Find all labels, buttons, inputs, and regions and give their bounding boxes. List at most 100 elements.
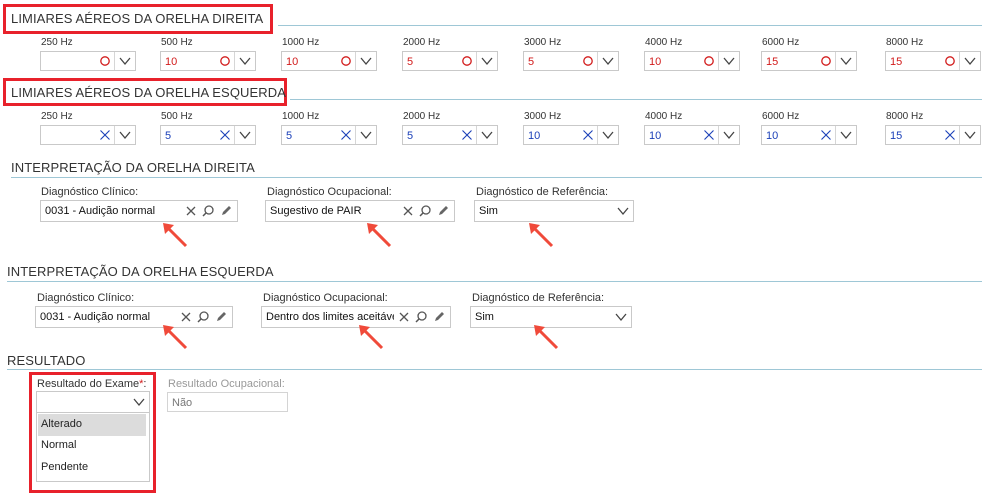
chevron-down-icon[interactable] (721, 53, 737, 69)
right-ear-threshold-field[interactable]: 15 (885, 51, 981, 71)
x-mark-icon (217, 127, 233, 143)
frequency-label: 6000 Hz (762, 111, 800, 122)
section-divider (290, 99, 982, 100)
x-mark-icon (942, 127, 958, 143)
dropdown-option-pendente[interactable]: Pendente (38, 457, 146, 479)
edit-icon[interactable] (435, 203, 451, 219)
threshold-value: 15 (766, 56, 779, 68)
section-title-right-ear-thresholds: LIMIARES AÉREOS DA ORELHA DIREITA (11, 11, 264, 26)
field-separator (355, 52, 356, 70)
exam-result-select[interactable] (36, 391, 150, 413)
right-ear-threshold-field[interactable] (40, 51, 136, 71)
edit-icon[interactable] (218, 203, 234, 219)
x-mark-icon (580, 127, 596, 143)
reference-diagnosis-label: Diagnóstico de Referência: (472, 292, 605, 304)
right-ear-threshold-field[interactable]: 5 (402, 51, 498, 71)
frequency-label: 2000 Hz (403, 111, 441, 122)
occupational-diagnosis-label: Diagnóstico Ocupacional: (263, 292, 388, 304)
clear-icon[interactable] (183, 203, 199, 219)
threshold-value: 5 (286, 130, 293, 142)
left-ear-threshold-field[interactable]: 10 (761, 125, 857, 145)
clear-icon[interactable] (396, 309, 412, 325)
x-mark-icon (818, 127, 834, 143)
clear-icon[interactable] (400, 203, 416, 219)
right-ear-threshold-field[interactable]: 10 (281, 51, 377, 71)
left-ear-threshold-field[interactable]: 5 (160, 125, 256, 145)
threshold-value: 5 (528, 56, 535, 68)
circle-icon (97, 53, 113, 69)
right-ear-threshold-field[interactable]: 15 (761, 51, 857, 71)
section-divider (278, 25, 982, 26)
threshold-value: 15 (890, 130, 903, 142)
x-mark-icon (459, 127, 475, 143)
edit-icon[interactable] (213, 309, 229, 325)
field-separator (234, 126, 235, 144)
field-separator (597, 52, 598, 70)
right-ear-threshold-field[interactable]: 10 (160, 51, 256, 71)
reference-diagnosis-right-select[interactable]: Sim (474, 200, 634, 222)
left-ear-threshold-field[interactable]: 10 (523, 125, 619, 145)
chevron-down-icon[interactable] (131, 394, 147, 410)
search-icon[interactable] (195, 309, 211, 325)
section-title-result: RESULTADO (7, 353, 86, 368)
chevron-down-icon[interactable] (962, 53, 978, 69)
chevron-down-icon[interactable] (721, 127, 737, 143)
dropdown-option-alterado[interactable]: Alterado (38, 414, 146, 436)
search-icon[interactable] (200, 203, 216, 219)
search-icon[interactable] (413, 309, 429, 325)
chevron-down-icon[interactable] (600, 53, 616, 69)
chevron-down-icon[interactable] (358, 127, 374, 143)
section-divider (7, 281, 982, 282)
occupational-diagnosis-label: Diagnóstico Ocupacional: (267, 186, 392, 198)
annotation-arrow (163, 325, 188, 350)
frequency-label: 1000 Hz (282, 37, 320, 48)
right-ear-threshold-field[interactable]: 10 (644, 51, 740, 71)
occupational-diagnosis-right-field[interactable]: Sugestivo de PAIR (265, 200, 455, 222)
clinical-diagnosis-label: Diagnóstico Clínico: (41, 186, 139, 198)
circle-icon (818, 53, 834, 69)
frequency-label: 250 Hz (41, 37, 73, 48)
chevron-down-icon[interactable] (600, 127, 616, 143)
frequency-label: 3000 Hz (524, 37, 562, 48)
chevron-down-icon[interactable] (117, 53, 133, 69)
dropdown-option-normal[interactable]: Normal (38, 435, 146, 457)
clinical-diagnosis-left-value: 0031 - Audição normal (40, 311, 151, 323)
frequency-label: 500 Hz (161, 37, 193, 48)
annotation-arrow (367, 223, 392, 248)
chevron-down-icon[interactable] (237, 53, 253, 69)
chevron-down-icon[interactable] (962, 127, 978, 143)
chevron-down-icon[interactable] (838, 127, 854, 143)
frequency-label: 1000 Hz (282, 111, 320, 122)
edit-icon[interactable] (431, 309, 447, 325)
exam-result-label: Resultado do Exame*: (37, 378, 147, 390)
field-separator (476, 52, 477, 70)
chevron-down-icon[interactable] (479, 127, 495, 143)
chevron-down-icon[interactable] (838, 53, 854, 69)
threshold-value: 15 (890, 56, 903, 68)
threshold-value: 5 (407, 130, 414, 142)
chevron-down-icon[interactable] (613, 309, 629, 325)
x-mark-icon (701, 127, 717, 143)
field-separator (234, 52, 235, 70)
field-separator (835, 52, 836, 70)
clinical-diagnosis-right-field[interactable]: 0031 - Audição normal (40, 200, 238, 222)
threshold-value: 10 (649, 56, 662, 68)
left-ear-threshold-field[interactable]: 10 (644, 125, 740, 145)
search-icon[interactable] (417, 203, 433, 219)
left-ear-threshold-field[interactable] (40, 125, 136, 145)
clinical-diagnosis-left-field[interactable]: 0031 - Audição normal (35, 306, 233, 328)
chevron-down-icon[interactable] (615, 203, 631, 219)
annotation-arrow (534, 325, 559, 350)
left-ear-threshold-field[interactable]: 5 (402, 125, 498, 145)
left-ear-threshold-field[interactable]: 15 (885, 125, 981, 145)
frequency-label: 500 Hz (161, 111, 193, 122)
chevron-down-icon[interactable] (237, 127, 253, 143)
occupational-diagnosis-right-value: Sugestivo de PAIR (270, 205, 362, 217)
field-separator (718, 52, 719, 70)
chevron-down-icon[interactable] (358, 53, 374, 69)
occupational-result-label: Resultado Ocupacional: (168, 378, 285, 390)
chevron-down-icon[interactable] (479, 53, 495, 69)
right-ear-threshold-field[interactable]: 5 (523, 51, 619, 71)
left-ear-threshold-field[interactable]: 5 (281, 125, 377, 145)
chevron-down-icon[interactable] (117, 127, 133, 143)
